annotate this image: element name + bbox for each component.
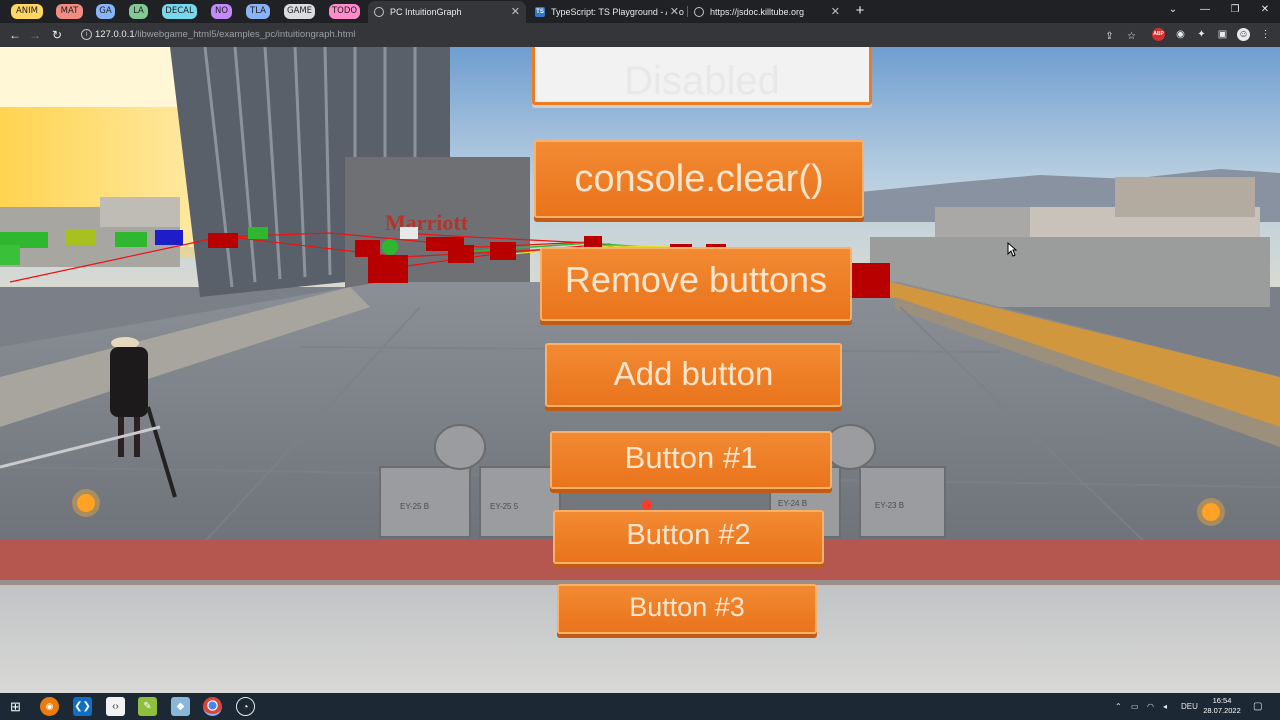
share-icon[interactable]: ⇪	[1103, 30, 1116, 43]
blender-icon[interactable]: ◉	[40, 697, 59, 716]
wifi-icon[interactable]: ◠	[1147, 693, 1154, 720]
restore-button[interactable]: ❐	[1220, 0, 1250, 20]
minimize-button[interactable]: —	[1190, 0, 1220, 20]
tab-group-mat[interactable]: MAT	[56, 4, 83, 19]
tab-title: TypeScript: TS Playground - An o	[551, 7, 684, 17]
tab-typescript-playground[interactable]: TS TypeScript: TS Playground - An o ✕	[529, 1, 685, 23]
console-clear-button[interactable]: console.clear()	[534, 140, 864, 218]
back-arrow-icon[interactable]: ←	[6, 26, 24, 44]
button-3[interactable]: Button #3	[557, 584, 817, 634]
tab-group-anim[interactable]: ANIM	[11, 4, 43, 19]
button-2[interactable]: Button #2	[553, 510, 824, 564]
tab-group-la[interactable]: LA	[129, 4, 148, 19]
globe-icon	[374, 7, 384, 17]
tab-group-decal[interactable]: DECAL	[162, 4, 197, 19]
close-window-button[interactable]: ✕	[1250, 0, 1280, 20]
menu-kebab-icon[interactable]: ⋮	[1259, 28, 1272, 41]
chrome-icon[interactable]	[203, 697, 222, 716]
site-info-icon[interactable]: i	[81, 29, 92, 40]
browser-toolbar: ← → ↻ i 127.0.0.1/libwebgame_html5/examp…	[0, 23, 1280, 47]
unit-label: EY-25 5	[490, 502, 519, 511]
notification-icon[interactable]: ▢	[1253, 693, 1262, 720]
windows-taskbar: ⊞ ◉ ❮❯ ‹› ✎ ◆ ◔ ⌃ ▭ ◠ ◂ DEU 16:54 28.07.…	[0, 693, 1280, 720]
tab-group-ga[interactable]: GA	[96, 4, 115, 19]
globe-icon	[694, 7, 704, 17]
unit-label: EY-25 B	[400, 502, 429, 511]
adblock-icon[interactable]: ABP	[1152, 28, 1165, 41]
files-icon[interactable]: ◆	[171, 697, 190, 716]
unit-label: EY-24 B	[778, 499, 807, 508]
tab-group-todo[interactable]: TODO	[329, 4, 360, 19]
hotel-sign: Marriott	[385, 210, 469, 235]
network-icon[interactable]: ▭	[1131, 693, 1139, 720]
new-tab-button[interactable]: +	[852, 1, 868, 21]
mouse-cursor-icon	[1007, 242, 1017, 257]
windows-start-icon[interactable]: ⊞	[6, 697, 25, 716]
volume-icon[interactable]: ◂	[1163, 693, 1167, 720]
url-path: /libwebgame_html5/examples_pc/intuitiong…	[134, 29, 356, 40]
url-host: 127.0.0.1	[95, 29, 135, 40]
clock-time: 16:54	[1212, 696, 1232, 705]
tab-title: PC IntuitionGraph	[390, 7, 462, 17]
forward-arrow-icon[interactable]: →	[26, 26, 44, 44]
profile-avatar[interactable]: ☺	[1237, 28, 1250, 41]
tray-chevron-icon[interactable]: ⌃	[1115, 693, 1122, 720]
address-bar[interactable]: i 127.0.0.1/libwebgame_html5/examples_pc…	[72, 25, 1222, 45]
browser-tab-strip: ANIM MAT GA LA DECAL NO TLA GAME TODO PC…	[0, 0, 1280, 23]
disabled-button[interactable]: Disabled	[532, 47, 872, 105]
remove-buttons-button[interactable]: Remove buttons	[540, 247, 852, 321]
notepad-plus-icon[interactable]: ✎	[138, 697, 157, 716]
reload-icon[interactable]: ↻	[48, 26, 66, 44]
taskbar-clock[interactable]: 16:54 28.07.2022	[1200, 696, 1244, 716]
button-1[interactable]: Button #1	[550, 431, 832, 489]
editor-icon[interactable]: ‹›	[106, 697, 125, 716]
tab-intuitiongraph[interactable]: PC IntuitionGraph ✕	[368, 1, 526, 23]
unit-label: EY-23 B	[875, 501, 904, 510]
close-tab-icon[interactable]: ✕	[831, 1, 840, 23]
clock-date: 28.07.2022	[1203, 706, 1241, 715]
tab-group-no[interactable]: NO	[211, 4, 232, 19]
vscode-icon[interactable]: ❮❯	[73, 697, 92, 716]
camera-extension-icon[interactable]: ◉	[1174, 28, 1187, 41]
url-text[interactable]: 127.0.0.1/libwebgame_html5/examples_pc/i…	[95, 25, 355, 45]
extensions-puzzle-icon[interactable]: ✦	[1195, 28, 1208, 41]
close-tab-icon[interactable]: ✕	[511, 1, 520, 23]
language-indicator[interactable]: DEU	[1181, 693, 1198, 720]
tab-group-game[interactable]: GAME	[284, 4, 315, 19]
webgl-canvas[interactable]: Marriott EY-25 B EY-25 5 EY-24 B EY-23 B…	[0, 47, 1280, 693]
obs-icon[interactable]: ◔	[236, 697, 255, 716]
typescript-icon: TS	[535, 7, 545, 17]
tab-title: https://jsdoc.killtube.org	[710, 7, 805, 17]
bookmark-star-icon[interactable]: ☆	[1125, 30, 1138, 43]
close-tab-icon[interactable]: ✕	[666, 1, 679, 23]
side-panel-icon[interactable]: ▣	[1216, 28, 1229, 41]
add-button-button[interactable]: Add button	[545, 343, 842, 407]
tab-search-icon[interactable]: ⌄	[1158, 0, 1188, 20]
tab-jsdoc[interactable]: https://jsdoc.killtube.org ✕	[688, 1, 846, 23]
tab-group-tla[interactable]: TLA	[246, 4, 270, 19]
